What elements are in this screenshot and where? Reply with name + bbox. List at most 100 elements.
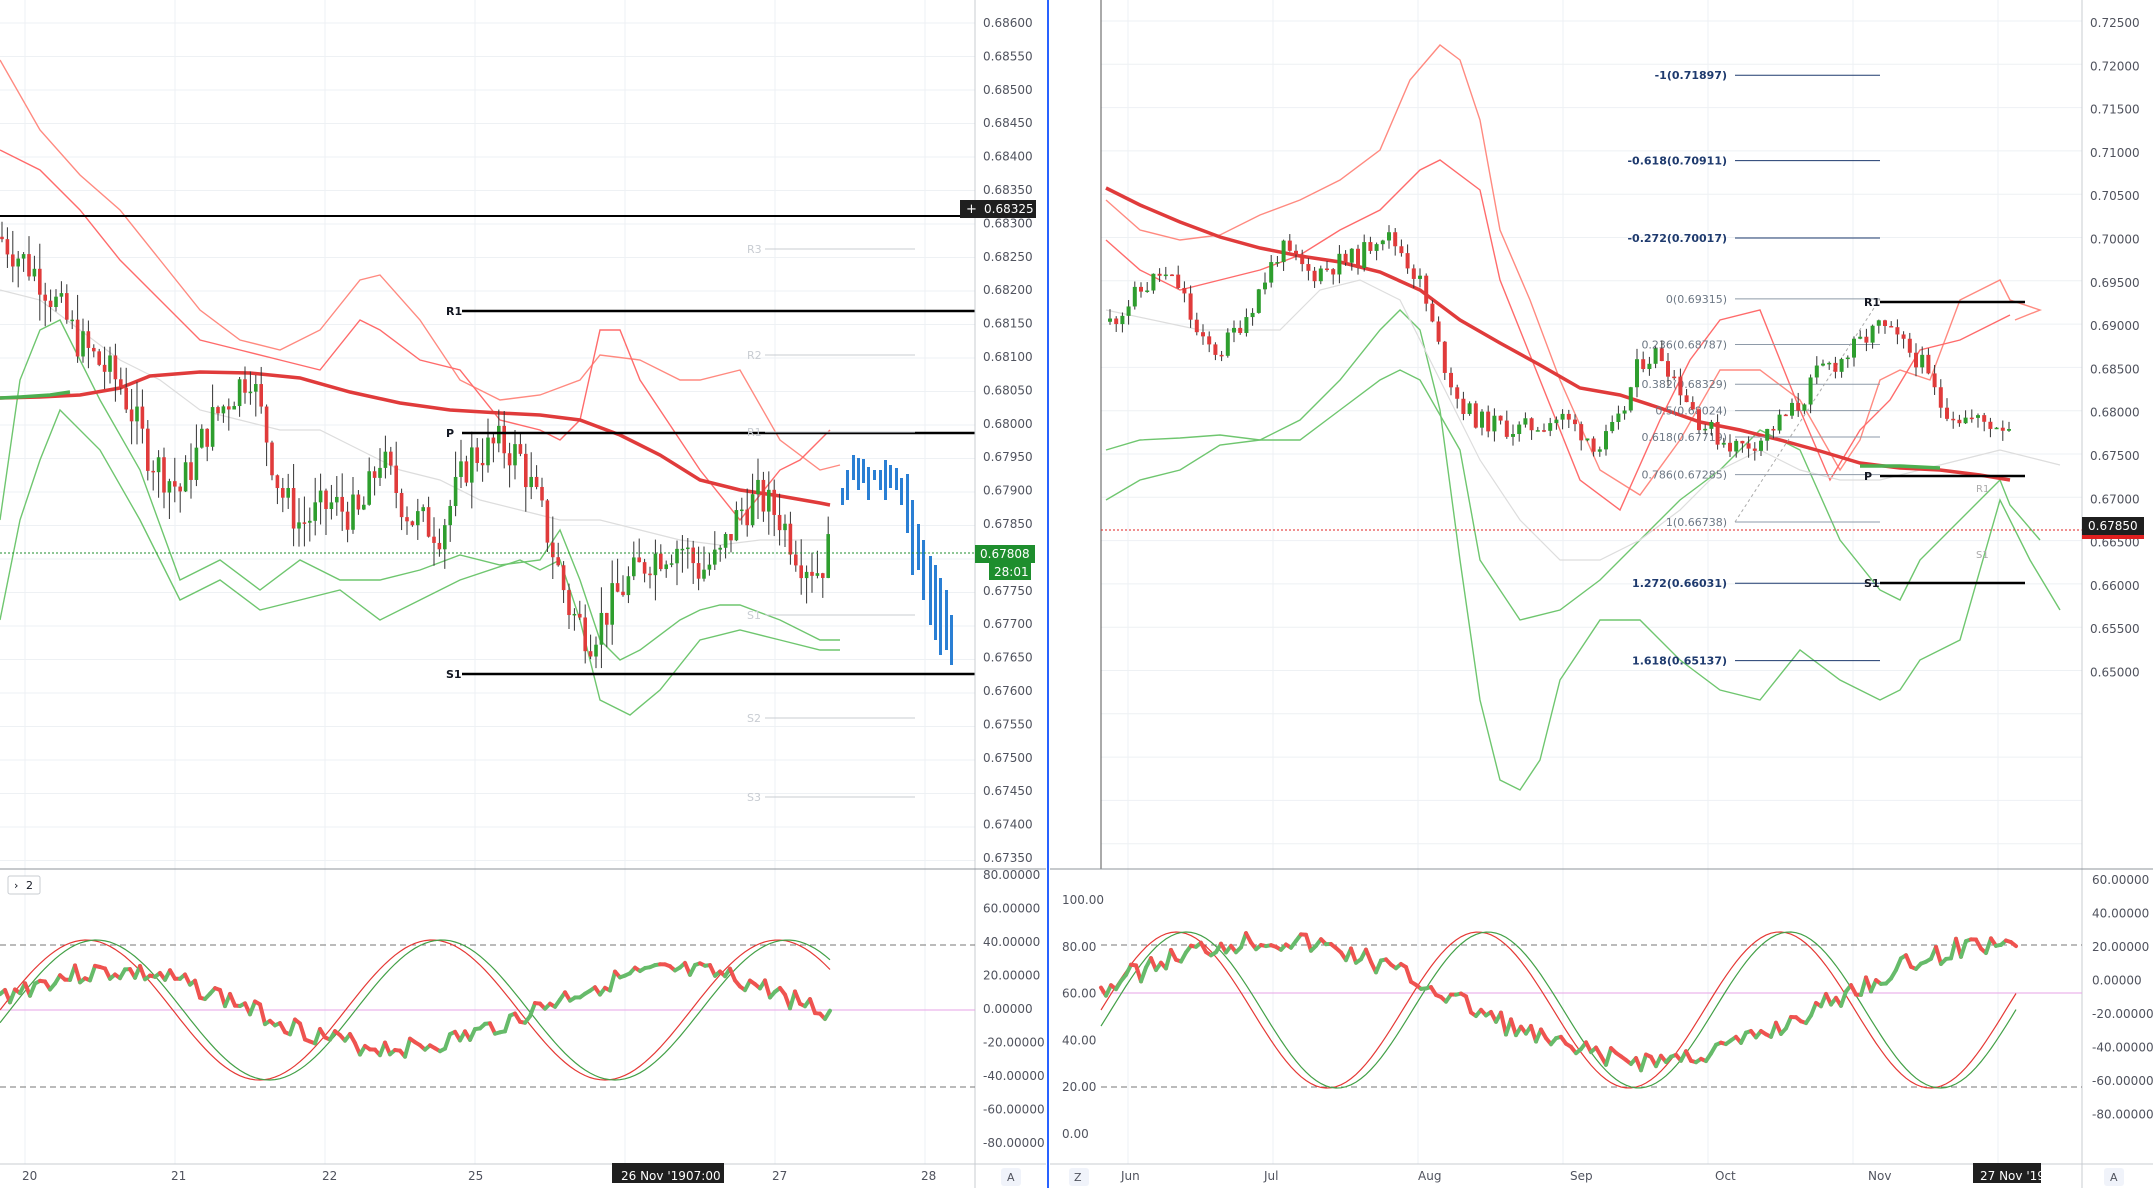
right-price-tick: 0.71000 [2090, 146, 2140, 160]
candle-body [1622, 410, 1627, 414]
candle-body [664, 564, 668, 570]
right-osc-left-tick: 20.00 [1062, 1080, 1096, 1094]
candle-body [356, 494, 361, 510]
candle-body [572, 613, 577, 616]
candle-body [734, 510, 739, 541]
left-last-price-label: 0.67808 [980, 547, 1030, 561]
candle-body [1287, 240, 1292, 251]
candle-body [1201, 332, 1205, 337]
fib-label: 1.272(0.66031) [1632, 577, 1727, 590]
candle-body [675, 548, 679, 564]
candle-body [777, 514, 782, 531]
faint-pivot-label: R2 [747, 349, 762, 362]
candle-body [1653, 348, 1658, 364]
candle-body [1176, 274, 1181, 288]
candle-body [1610, 422, 1615, 432]
right-faint-pivot-label: S1 [1976, 550, 1989, 561]
time-crosshair-label: 07:00 [686, 1169, 721, 1183]
right-auto-scale-label: A [2110, 1171, 2118, 1184]
faint-pivot-label: S2 [747, 712, 761, 725]
left-price-tick: 0.67550 [983, 717, 1033, 731]
candle-body [1659, 348, 1664, 362]
left-osc-tick: -40.00000 [983, 1069, 1045, 1083]
pivot-label-p: P [446, 427, 454, 440]
candle-body [194, 447, 199, 480]
candle-body [173, 481, 177, 487]
candle-body [1672, 376, 1677, 379]
candle-body [97, 351, 101, 365]
left-price-tick: 0.67500 [983, 751, 1033, 765]
candle-body [1232, 327, 1236, 333]
right-osc-left-tick: 40.00 [1062, 1033, 1096, 1047]
fib-label: 1.618(0.65137) [1632, 655, 1727, 668]
candle-body [135, 406, 139, 422]
projection-bar [889, 465, 892, 488]
candle-body [756, 479, 760, 495]
candle-body [502, 425, 506, 454]
candle-body [696, 563, 701, 579]
left-price-tick: 0.68400 [983, 150, 1033, 164]
candle-body [1461, 398, 1466, 414]
candle-body [0, 236, 4, 240]
time-crosshair-label: 26 Nov '19 [621, 1169, 686, 1183]
candle-body [794, 554, 798, 566]
collapsed-panel-count: 2 [26, 879, 33, 892]
candle-body [2007, 429, 2011, 431]
candle-body [642, 562, 647, 574]
right-date-tick: Jul [1263, 1169, 1278, 1183]
left-price-tick: 0.68050 [983, 383, 1033, 397]
candle-body [286, 488, 290, 498]
candle-body [1839, 359, 1844, 372]
candle-body [1777, 414, 1782, 431]
candle-body [221, 406, 226, 414]
right-price-tick: 0.65000 [2090, 666, 2140, 680]
candle-body [1548, 423, 1553, 431]
candle-body [1455, 387, 1460, 399]
candle-body [1721, 442, 1726, 445]
candle-body [92, 347, 96, 352]
candle-body [470, 447, 474, 483]
candle-body [680, 548, 685, 551]
candle-body [378, 467, 382, 478]
left-price-tick: 0.68200 [983, 283, 1033, 297]
candle-body [405, 517, 409, 522]
right-price-tick: 0.71500 [2090, 103, 2140, 117]
candle-body [297, 522, 301, 529]
candle-body [1325, 268, 1329, 271]
candle-body [1256, 289, 1261, 313]
candle-body [486, 437, 490, 466]
candle-body [432, 536, 436, 543]
faint-pivot-label: R3 [747, 243, 762, 256]
candle-body [1213, 344, 1218, 355]
trading-chart-workspace[interactable]: R1 P S1 R3 R2 R1 S1 S2 S3 0.68600 0.68550 0.68500… [0, 0, 2153, 1188]
right-price-tick: 0.65500 [2090, 622, 2140, 636]
candle-body [1207, 336, 1212, 345]
candle-body [119, 379, 123, 388]
candle-body [1976, 415, 1980, 418]
right-last-price-label: 0.67850 [2088, 519, 2138, 533]
candle-body [313, 502, 317, 521]
candle-body [1870, 325, 1875, 343]
candle-body [1746, 443, 1751, 449]
candle-body [167, 481, 172, 493]
left-price-tick: 0.67450 [983, 784, 1033, 798]
candle-body [491, 437, 496, 444]
collapsed-panel-button[interactable] [7, 875, 41, 895]
candle-body [1356, 248, 1360, 268]
fib-label: 0.786(0.67285) [1641, 469, 1727, 482]
candle-body [75, 319, 80, 357]
candle-body [729, 534, 733, 541]
candle-body [513, 444, 517, 466]
candle-body [259, 384, 263, 407]
candle-body [1486, 411, 1491, 432]
left-price-tick: 0.68600 [983, 16, 1033, 30]
projection-bar [873, 470, 876, 480]
right-osc-left-tick: 100.00 [1062, 893, 1104, 907]
projection-bar [939, 578, 942, 655]
left-osc-tick: 0.00000 [983, 1002, 1033, 1016]
candle-body [1263, 282, 1267, 290]
projection-bar [852, 455, 855, 480]
candle-body [1957, 419, 1962, 424]
candle-body [1182, 287, 1187, 294]
candle-body [1920, 354, 1925, 368]
